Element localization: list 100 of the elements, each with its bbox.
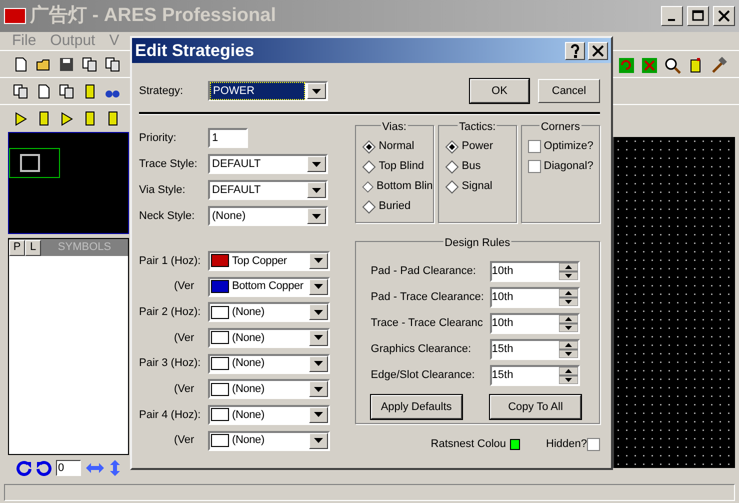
dropdown[interactable]: (None) <box>208 430 330 451</box>
dropdown-value: POWER <box>210 82 305 100</box>
radio-button[interactable] <box>362 200 376 214</box>
spin-arrows-icon[interactable] <box>558 314 578 332</box>
checkbox[interactable] <box>528 160 541 173</box>
dropdown-arrow-icon[interactable] <box>312 162 321 166</box>
save-icon[interactable] <box>58 56 75 72</box>
spin-arrows-icon[interactable] <box>558 288 578 306</box>
dropdown[interactable]: (None) <box>208 302 330 322</box>
vertical-arrows-icon[interactable] <box>109 459 121 477</box>
field-label: (Ver <box>173 330 196 346</box>
dropdown-arrow-icon[interactable] <box>312 88 321 94</box>
rotation-field[interactable]: 0 <box>56 460 81 476</box>
field-label: Pair 3 (Hoz): <box>139 356 202 372</box>
hammer-icon[interactable] <box>710 57 727 74</box>
dropdown-arrow-icon[interactable] <box>314 258 323 264</box>
panel-tab[interactable]: P <box>9 240 25 256</box>
dropdown[interactable]: (None) <box>208 379 330 400</box>
dropdown[interactable]: DEFAULT <box>208 154 328 174</box>
dropdown-arrow-icon[interactable] <box>312 214 321 218</box>
dropdown-arrow-icon[interactable] <box>314 386 323 392</box>
dropdown-arrow-icon[interactable] <box>314 310 323 315</box>
dropdown[interactable]: Top Copper <box>208 250 330 271</box>
copy-icon[interactable] <box>81 56 98 72</box>
rotate-clockwise-icon[interactable] <box>16 460 32 476</box>
dropdown-arrow-icon[interactable] <box>314 284 323 290</box>
magnifier-icon[interactable] <box>664 57 681 74</box>
field-label: Via Style: <box>139 182 186 198</box>
minimize-button[interactable] <box>661 6 683 26</box>
copy-icon[interactable] <box>104 56 121 72</box>
checkbox[interactable] <box>528 140 541 153</box>
close-icon[interactable] <box>717 9 731 23</box>
dropdown-arrow-icon[interactable] <box>314 335 323 340</box>
dropdown-value: (None) <box>231 382 266 398</box>
field-label: Pair 1 (Hoz): <box>139 254 202 269</box>
question-mark-icon[interactable] <box>570 44 580 58</box>
spin-value: 15th <box>492 368 514 382</box>
radio-button[interactable] <box>362 160 376 174</box>
dropdown[interactable]: (None) <box>208 354 330 374</box>
maximize-button[interactable] <box>687 6 709 26</box>
field-label: Strategy: <box>139 84 184 99</box>
dropdown[interactable]: (None) <box>208 404 330 425</box>
maximize-icon[interactable] <box>691 9 705 23</box>
radio-button[interactable] <box>362 180 374 194</box>
dropdown-value: (None) <box>231 330 266 346</box>
field-label: (Ver <box>173 279 196 294</box>
field-label: Trace - Trace Clearanc <box>370 316 484 331</box>
spin-value: 15th <box>492 342 514 356</box>
dialog-button[interactable]: Apply Defaults <box>370 395 462 419</box>
field-label: (Ver <box>173 433 196 448</box>
refresh-icon[interactable] <box>618 57 635 74</box>
radio-selected[interactable] <box>362 140 376 154</box>
dropdown-arrow-icon[interactable] <box>314 438 323 444</box>
spin-field[interactable]: 10th <box>490 312 580 334</box>
spin-value: 10th <box>492 290 514 304</box>
option-label: Top Blind <box>378 159 424 174</box>
spin-value: 10th <box>492 316 514 330</box>
option-label: Buried <box>378 199 411 214</box>
dropdown[interactable]: POWER <box>208 81 328 101</box>
spin-field[interactable]: 15th <box>490 364 580 386</box>
color-swatch[interactable] <box>510 438 520 450</box>
close-button[interactable] <box>713 6 735 26</box>
checkbox[interactable] <box>587 438 600 451</box>
dialog-button[interactable]: Cancel <box>538 79 600 103</box>
dropdown-arrow-icon[interactable] <box>312 188 321 192</box>
field-label: Neck Style: <box>139 208 196 224</box>
close-icon[interactable] <box>592 44 604 56</box>
cross-icon[interactable] <box>641 57 658 74</box>
option-label: Bottom Blin <box>376 179 433 194</box>
field-label: Pad - Trace Clearance: <box>370 290 485 305</box>
spin-arrows-icon[interactable] <box>558 366 578 384</box>
dropdown[interactable]: (None) <box>208 328 330 348</box>
dropdown-value: (None) <box>211 208 247 224</box>
rotate-counterclockwise-icon[interactable] <box>36 460 52 476</box>
dropdown[interactable]: Bottom Copper <box>208 276 330 297</box>
radio-button[interactable] <box>444 180 459 194</box>
dropdown-arrow-icon[interactable] <box>314 412 323 418</box>
dropdown[interactable]: DEFAULT <box>208 180 328 200</box>
option-label: Normal <box>378 139 414 154</box>
horizontal-arrows-icon[interactable] <box>85 460 105 476</box>
radio-selected[interactable] <box>444 140 459 154</box>
dialog-button[interactable]: OK <box>470 79 529 103</box>
dialog-title: Edit Strategies <box>135 40 256 62</box>
dropdown-value: (None) <box>231 356 266 372</box>
spin-arrows-icon[interactable] <box>558 262 578 280</box>
radio-button[interactable] <box>444 160 459 174</box>
panel-tab[interactable]: L <box>25 240 41 256</box>
priority-field[interactable]: 1 <box>208 128 248 148</box>
close-button[interactable] <box>588 42 608 60</box>
dropdown-arrow-icon[interactable] <box>314 361 323 366</box>
help-button[interactable] <box>565 42 585 60</box>
copy-icon[interactable] <box>58 82 75 100</box>
spin-arrows-icon[interactable] <box>558 340 578 358</box>
spin-field[interactable]: 10th <box>490 260 580 282</box>
spin-field[interactable]: 15th <box>490 338 580 360</box>
dropdown[interactable]: (None) <box>208 206 328 226</box>
copy-icon[interactable] <box>12 82 29 100</box>
spin-field[interactable]: 10th <box>490 286 580 308</box>
dropdown-value: (None) <box>231 433 266 448</box>
dialog-button[interactable]: Copy To All <box>490 395 581 419</box>
